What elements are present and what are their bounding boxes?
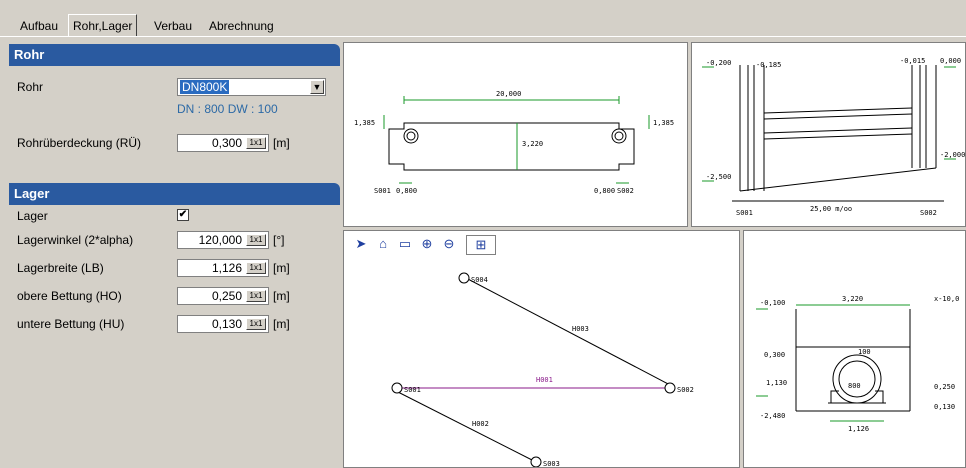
unit-label: [°] (273, 233, 285, 247)
plan-right-off: 0,800 (594, 187, 615, 195)
profile-bl: -2,500 (706, 173, 731, 181)
profile-view-drawing: -0,200 -0,185 -0,015 0,000 -2,500 -2,000… (702, 57, 965, 217)
node-s004[interactable] (458, 272, 470, 284)
lager-checkbox[interactable]: ✔ (177, 209, 189, 221)
profile-tr2: 0,000 (940, 57, 961, 65)
obere-bettung-input[interactable]: 0,250 1x1 (177, 287, 269, 305)
plan-left-off: 0,800 (396, 187, 417, 195)
rohr-label: Rohr (17, 80, 44, 94)
profile-slope: 25,00 m/oo (810, 205, 852, 213)
section-depth: 1,130 (766, 379, 787, 387)
properties-panel: Rohr Rohr DN800K ▼ DN : 800 DW : 100 Roh… (9, 40, 340, 468)
untere-bettung-label: untere Bettung (HU) (17, 317, 125, 331)
obere-bettung-value: 0,250 (211, 289, 242, 303)
cross-section-drawing: -0,100 3,220 x-10,0 0,300 100 800 1,130 … (756, 295, 959, 433)
network-drawing: S004 S001 S002 S003 H003 H001 H002 (391, 272, 694, 468)
rohrueberdeckung-label: Rohrüberdeckung (RÜ) (17, 136, 142, 150)
unit-label: [m] (273, 261, 290, 275)
obere-bettung-label: obere Bettung (HO) (17, 289, 122, 303)
plan-view-panel: 20,000 3,220 1,385 1,385 S001 0,800 0,80… (343, 42, 688, 227)
section-width: 3,220 (842, 295, 863, 303)
unit-button[interactable]: 1x1 (246, 318, 266, 330)
tab-divider (0, 36, 966, 37)
edge-label-h003: H003 (572, 325, 589, 333)
section-ho: 0,250 (934, 383, 955, 391)
plan-view-drawing: 20,000 3,220 1,385 1,385 S001 0,800 0,80… (354, 90, 674, 195)
rohrueberdeckung-input[interactable]: 0,300 1x1 (177, 134, 269, 152)
section-wall: 100 (858, 348, 871, 356)
unit-button[interactable]: 1x1 (246, 234, 266, 246)
node-label-s001: S001 (404, 386, 421, 394)
edge-label-h001: H001 (536, 376, 553, 384)
plan-width-text: 20,000 (496, 90, 521, 98)
node-s001[interactable] (391, 382, 403, 394)
chevron-down-icon[interactable]: ▼ (310, 80, 324, 94)
rohr-section-header: Rohr (9, 44, 340, 66)
unit-label: [m] (273, 136, 290, 150)
unit-button[interactable]: 1x1 (246, 262, 266, 274)
plan-node-right: S002 (617, 187, 634, 195)
lagerwinkel-label: Lagerwinkel (2*alpha) (17, 233, 134, 247)
profile-view-panel: -0,200 -0,185 -0,015 0,000 -2,500 -2,000… (691, 42, 966, 227)
tab-abrechnung[interactable]: Abrechnung (205, 17, 278, 35)
untere-bettung-input[interactable]: 0,130 1x1 (177, 315, 269, 333)
unit-button[interactable]: 1x1 (246, 137, 266, 149)
profile-tl: -0,200 (706, 59, 731, 67)
lagerbreite-label: Lagerbreite (LB) (17, 261, 104, 275)
dn-info: DN : 800 DW : 100 (177, 102, 278, 116)
tab-bar: Aufbau Rohr,Lager Verbau Abrechnung (0, 0, 966, 38)
lagerbreite-value: 1,126 (211, 261, 242, 275)
node-label-s004: S004 (471, 276, 488, 284)
tab-rohr-lager[interactable]: Rohr,Lager (68, 14, 138, 37)
profile-tl2: -0,185 (756, 61, 781, 69)
section-top-left: -0,100 (760, 299, 785, 307)
untere-bettung-value: 0,130 (211, 317, 242, 331)
section-bed-width: 1,126 (848, 425, 869, 433)
profile-tr: -0,015 (900, 57, 925, 65)
profile-node-left: S001 (736, 209, 753, 217)
rohrueberdeckung-value: 0,300 (211, 136, 242, 150)
unit-button[interactable]: 1x1 (246, 290, 266, 302)
network-view-panel: ➤ ⌂ ▭ ⊕ ⊖ ⊞ S004 S001 S002 S003 H003 H00… (343, 230, 740, 468)
node-label-s002: S002 (677, 386, 694, 394)
node-s003[interactable] (530, 456, 542, 467)
unit-label: [m] (273, 289, 290, 303)
tab-aufbau[interactable]: Aufbau (16, 17, 62, 35)
cross-section-panel: -0,100 3,220 x-10,0 0,300 100 800 1,130 … (743, 230, 966, 468)
lagerwinkel-value: 120,000 (198, 233, 242, 247)
edge-label-h002: H002 (472, 420, 489, 428)
lagerbreite-input[interactable]: 1,126 1x1 (177, 259, 269, 277)
profile-node-right: S002 (920, 209, 937, 217)
node-s002[interactable] (664, 382, 676, 394)
plan-node-left: S001 (374, 187, 391, 195)
section-pipe: 800 (848, 382, 861, 390)
node-label-s003: S003 (543, 460, 560, 468)
plan-right-h-text: 1,385 (653, 119, 674, 127)
plan-left-h-text: 1,385 (354, 119, 375, 127)
tab-verbau[interactable]: Verbau (150, 17, 196, 35)
lager-section-header: Lager (9, 183, 340, 205)
profile-br: -2,000 (940, 151, 965, 159)
plan-height-text: 3,220 (522, 140, 543, 148)
section-hu: 0,130 (934, 403, 955, 411)
section-cover: 0,300 (764, 351, 785, 359)
lagerwinkel-input[interactable]: 120,000 1x1 (177, 231, 269, 249)
lager-label: Lager (17, 209, 48, 223)
section-top-right: x-10,0 (934, 295, 959, 303)
rohr-select[interactable]: DN800K ▼ (177, 78, 326, 96)
rohr-selected-value: DN800K (180, 80, 230, 94)
section-bottom: -2,480 (760, 412, 785, 420)
unit-label: [m] (273, 317, 290, 331)
